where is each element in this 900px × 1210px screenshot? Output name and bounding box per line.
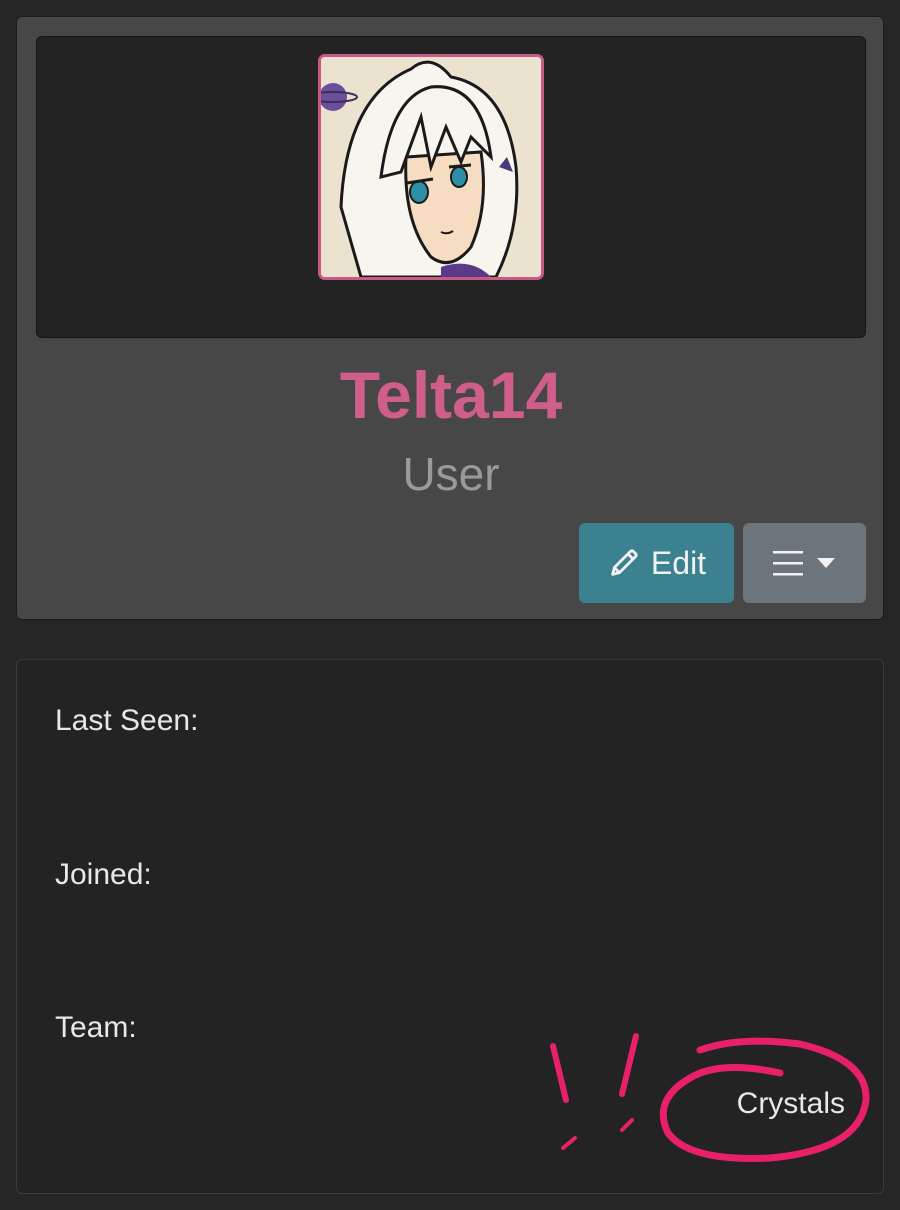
avatar-image [321,57,541,277]
edit-button-label: Edit [650,544,707,581]
joined-label: Joined: [55,858,152,891]
team-label: Team: [55,1011,137,1044]
profile-role: User [402,448,500,500]
edit-button[interactable]: Edit [579,523,734,603]
info-card: Last Seen: Joined: Team: Crystals [16,659,884,1194]
pencil-icon [611,549,638,576]
options-menu-button[interactable] [743,523,866,603]
team-value[interactable]: Crystals [737,1089,845,1119]
profile-username: Telta14 [339,358,563,432]
hamburger-menu-icon [772,551,835,576]
last-seen-label: Last Seen: [55,704,199,737]
profile-avatar[interactable] [318,54,544,280]
caret-down-icon [816,558,835,568]
profile-card: Telta14 User Edit [16,16,884,620]
